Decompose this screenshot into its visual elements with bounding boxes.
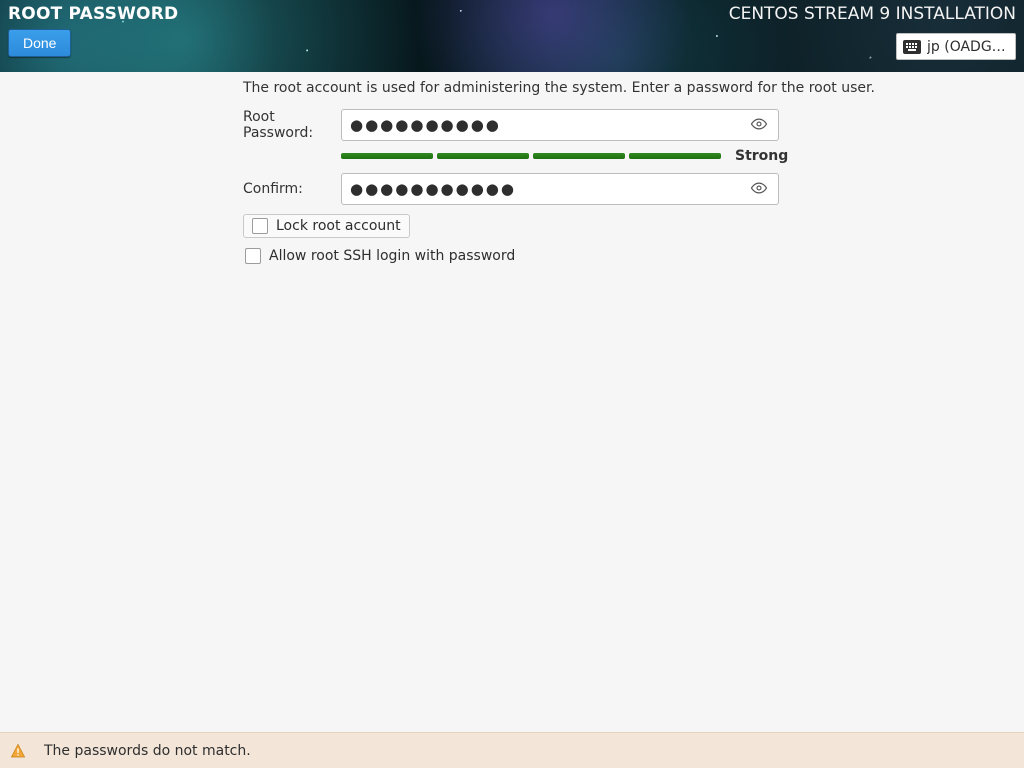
root-password-field-wrapper bbox=[341, 109, 779, 141]
confirm-password-field-wrapper bbox=[341, 173, 779, 205]
password-strength-row: Strong bbox=[341, 148, 788, 164]
eye-icon bbox=[750, 115, 768, 136]
root-password-row: Root Password: bbox=[243, 108, 788, 142]
instructions-text: The root account is used for administeri… bbox=[243, 80, 875, 96]
installer-screen: ROOT PASSWORD Done CENTOS STREAM 9 INSTA… bbox=[0, 0, 1024, 768]
root-password-input[interactable] bbox=[350, 116, 748, 134]
keyboard-icon bbox=[903, 40, 921, 54]
warning-text: The passwords do not match. bbox=[44, 743, 251, 759]
header-bar: ROOT PASSWORD Done CENTOS STREAM 9 INSTA… bbox=[0, 0, 1024, 72]
lock-root-row: Lock root account bbox=[243, 214, 788, 238]
root-password-label: Root Password: bbox=[243, 109, 341, 141]
checkbox-box bbox=[245, 248, 261, 264]
keyboard-layout-button[interactable]: jp (OADG1... bbox=[896, 33, 1016, 60]
warning-bar: The passwords do not match. bbox=[0, 732, 1024, 768]
strength-seg bbox=[533, 153, 625, 159]
installer-title: CENTOS STREAM 9 INSTALLATION bbox=[729, 4, 1016, 24]
strength-seg bbox=[629, 153, 721, 159]
allow-ssh-label: Allow root SSH login with password bbox=[269, 248, 515, 264]
keyboard-layout-label: jp (OADG1... bbox=[927, 39, 1007, 55]
lock-root-label: Lock root account bbox=[276, 218, 401, 234]
confirm-password-label: Confirm: bbox=[243, 181, 341, 197]
password-strength-label: Strong bbox=[735, 148, 788, 164]
checkbox-box bbox=[252, 218, 268, 234]
reveal-password-button[interactable] bbox=[748, 114, 770, 136]
password-strength-meter bbox=[341, 153, 721, 159]
strength-seg bbox=[341, 153, 433, 159]
reveal-confirm-button[interactable] bbox=[748, 178, 770, 200]
main-content: The root account is used for administeri… bbox=[0, 72, 1024, 732]
confirm-password-input[interactable] bbox=[350, 180, 748, 198]
root-password-form: Root Password: Strong bbox=[243, 108, 788, 268]
lock-root-checkbox[interactable]: Lock root account bbox=[243, 214, 410, 238]
confirm-password-row: Confirm: bbox=[243, 172, 788, 206]
eye-icon bbox=[750, 179, 768, 200]
warning-icon bbox=[10, 743, 26, 759]
allow-ssh-checkbox[interactable]: Allow root SSH login with password bbox=[243, 244, 515, 264]
page-title: ROOT PASSWORD bbox=[8, 4, 178, 24]
strength-seg bbox=[437, 153, 529, 159]
done-button[interactable]: Done bbox=[8, 29, 71, 57]
